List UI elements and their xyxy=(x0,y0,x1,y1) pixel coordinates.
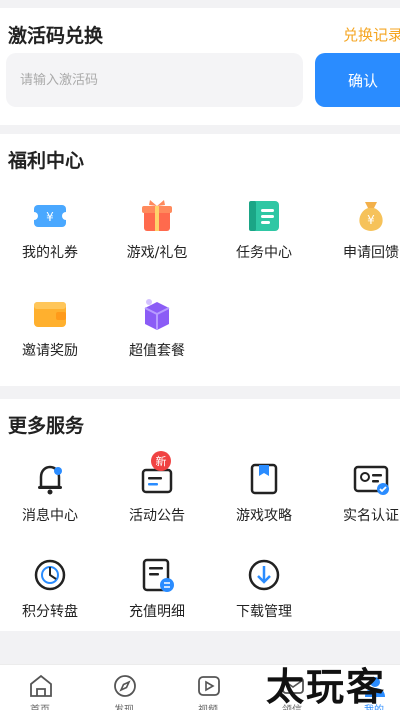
activation-code-field[interactable] xyxy=(6,53,303,107)
tab-home-label: 首页 xyxy=(0,701,80,710)
package-icon xyxy=(144,299,170,330)
welfare-item-gift[interactable]: 游戏/礼包 xyxy=(107,196,207,286)
home-icon xyxy=(30,674,52,697)
id-card-icon xyxy=(353,465,389,495)
bell-icon xyxy=(38,465,62,495)
service-item-wheel[interactable]: 积分转盘 xyxy=(0,555,100,645)
welfare-item-feedback[interactable]: ¥ 申请回馈 xyxy=(321,196,400,286)
activation-section: 激活码兑换 兑换记录 确认 xyxy=(0,8,400,125)
service-item-label: 活动公告 xyxy=(129,508,185,524)
download-icon xyxy=(248,559,280,591)
services-title: 更多服务 xyxy=(8,415,85,437)
confirm-button[interactable]: 确认 xyxy=(315,53,400,107)
wheel-icon xyxy=(34,559,66,591)
welfare-item-label: 游戏/礼包 xyxy=(126,245,188,261)
service-item-notice[interactable]: 新 活动公告 xyxy=(107,451,207,549)
service-item-recharge[interactable]: 充值明细 xyxy=(107,555,207,645)
service-item-label: 积分转盘 xyxy=(22,604,78,620)
wallet-icon xyxy=(34,302,66,327)
welfare-item-invite[interactable]: 邀请奖励 xyxy=(0,294,100,384)
service-item-label: 消息中心 xyxy=(22,508,78,524)
gift-icon xyxy=(142,200,172,231)
welfare-item-label: 我的礼券 xyxy=(22,245,78,261)
service-item-messages[interactable]: 消息中心 xyxy=(0,459,100,549)
service-item-label: 充值明细 xyxy=(129,604,185,620)
services-section: 更多服务 消息中心 新 活动公告 游戏攻略 实名认证 积分转盘 充值明细 下载管… xyxy=(0,399,400,631)
welfare-item-package[interactable]: 超值套餐 xyxy=(107,294,207,384)
service-item-verify[interactable]: 实名认证 xyxy=(321,459,400,549)
activation-title: 激活码兑换 xyxy=(8,25,104,47)
tab-video-label: 视频 xyxy=(168,701,248,710)
coupon-icon: ¥ xyxy=(30,205,70,227)
svg-text:¥: ¥ xyxy=(367,213,375,227)
service-item-label: 下载管理 xyxy=(236,604,292,620)
task-book-icon xyxy=(249,201,279,231)
welfare-section: 福利中心 ¥ 我的礼券 游戏/礼包 任务中心 ¥ 申请回馈 邀请奖励 超值套餐 xyxy=(0,134,400,386)
welfare-item-coupon[interactable]: ¥ 我的礼券 xyxy=(0,196,100,286)
tab-home[interactable]: 首页 xyxy=(0,665,80,710)
tab-discover-label: 发现 xyxy=(84,701,164,710)
guide-icon xyxy=(250,463,278,495)
compass-icon xyxy=(114,675,136,697)
service-item-guide[interactable]: 游戏攻略 xyxy=(214,459,314,549)
service-item-download[interactable]: 下载管理 xyxy=(214,555,314,645)
svg-text:¥: ¥ xyxy=(46,210,54,224)
tab-discover[interactable]: 发现 xyxy=(84,665,164,710)
video-icon xyxy=(198,676,220,696)
site-watermark: 太玩客 xyxy=(266,665,387,709)
welfare-item-label: 任务中心 xyxy=(236,245,292,261)
confirm-button-label: 确认 xyxy=(348,71,379,90)
welfare-title: 福利中心 xyxy=(8,150,85,172)
welfare-item-task[interactable]: 任务中心 xyxy=(214,196,314,286)
redeem-history-link[interactable]: 兑换记录 xyxy=(343,24,400,45)
welfare-item-label: 邀请奖励 xyxy=(22,343,78,359)
recharge-detail-icon xyxy=(142,558,174,592)
service-item-label: 游戏攻略 xyxy=(236,508,292,524)
welfare-item-label: 超值套餐 xyxy=(129,343,185,359)
tab-video[interactable]: 视频 xyxy=(168,665,248,710)
welfare-item-label: 申请回馈 xyxy=(343,245,399,261)
service-item-label: 实名认证 xyxy=(343,508,399,524)
activation-code-input[interactable] xyxy=(6,53,303,107)
new-badge: 新 xyxy=(151,451,171,471)
money-bag-icon: ¥ xyxy=(359,202,383,231)
